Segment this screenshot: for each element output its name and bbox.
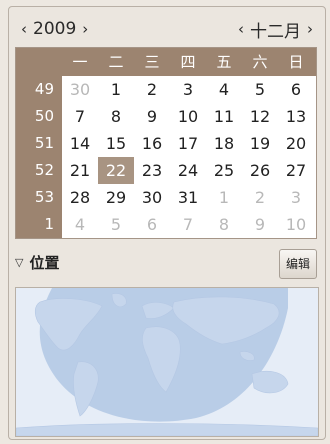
day-cell[interactable]: 8 [98,103,134,130]
calendar-header: ‹ 2009 › ‹ 十二月 › [17,17,317,42]
day-cell[interactable]: 29 [98,184,134,211]
month-label: 十二月 [250,21,301,42]
location-expander[interactable]: ▽ 位置 [15,252,59,273]
day-cell[interactable]: 31 [170,184,206,211]
day-cell-selected[interactable]: 22 [98,157,134,184]
year-navigation: ‹ 2009 › [17,17,92,41]
day-cell[interactable]: 5 [242,76,278,103]
day-cell[interactable]: 12 [242,103,278,130]
location-label: 位置 [29,254,60,272]
day-cell[interactable]: 10 [170,103,206,130]
year-label: 2009 [33,19,77,39]
week-number: 50 [34,107,54,125]
day-cell-other-month[interactable]: 30 [62,76,98,103]
day-cell[interactable]: 24 [170,157,206,184]
day-cell[interactable]: 4 [206,76,242,103]
day-cell[interactable]: 21 [62,157,98,184]
edit-button[interactable]: 编辑 [279,249,317,279]
weekday-header-2: 二 [108,53,124,71]
day-cell-other-month[interactable]: 3 [278,184,314,211]
weekday-header-5: 五 [216,53,232,71]
day-cell[interactable]: 18 [206,130,242,157]
day-cell-other-month[interactable]: 5 [98,211,134,238]
day-cell[interactable]: 16 [134,130,170,157]
calendar-grid: 一二三四五六日 49 50 51 52 53 1 30 1 2 3 4 5 6 7 8 9 10 11 12 13 1… [15,47,317,239]
weekday-header-3: 三 [144,53,160,71]
week-number: 49 [34,80,54,98]
week-number: 1 [44,215,54,233]
day-cell-other-month[interactable]: 2 [242,184,278,211]
day-cell[interactable]: 23 [134,157,170,184]
day-cell-other-month[interactable]: 7 [170,211,206,238]
prev-month-button[interactable]: ‹ [234,20,248,38]
day-cell[interactable]: 15 [98,130,134,157]
week-number: 53 [34,188,54,206]
day-cell[interactable]: 14 [62,130,98,157]
day-cell[interactable]: 1 [98,76,134,103]
day-cell[interactable]: 25 [206,157,242,184]
weekday-header-6: 六 [252,53,268,71]
day-cell-other-month[interactable]: 4 [62,211,98,238]
day-cell[interactable]: 17 [170,130,206,157]
day-cell-other-month[interactable]: 10 [278,211,314,238]
triangle-down-icon: ▽ [15,256,24,269]
day-cell[interactable]: 7 [62,103,98,130]
prev-year-button[interactable]: ‹ [17,20,31,38]
day-cell[interactable]: 27 [278,157,314,184]
weekday-header-row: 一二三四五六日 [16,48,316,76]
day-cell[interactable]: 20 [278,130,314,157]
location-row: ▽ 位置 编辑 [15,245,317,279]
day-cell[interactable]: 19 [242,130,278,157]
day-cell-other-month[interactable]: 6 [134,211,170,238]
month-navigation: ‹ 十二月 › [234,17,317,42]
week-number: 52 [34,161,54,179]
week-number: 51 [34,134,54,152]
day-cell[interactable]: 6 [278,76,314,103]
day-cell[interactable]: 28 [62,184,98,211]
world-map-graphic [16,288,318,436]
day-cell[interactable]: 26 [242,157,278,184]
day-cell[interactable]: 9 [134,103,170,130]
day-cell[interactable]: 11 [206,103,242,130]
day-cell-other-month[interactable]: 1 [206,184,242,211]
day-cell-other-month[interactable]: 8 [206,211,242,238]
weekday-header-1: 一 [72,53,88,71]
day-cell[interactable]: 3 [170,76,206,103]
next-month-button[interactable]: › [303,20,317,38]
world-map [15,287,319,437]
day-cell-other-month[interactable]: 9 [242,211,278,238]
week-number-column: 49 50 51 52 53 1 [16,76,62,238]
day-cell[interactable]: 2 [134,76,170,103]
day-cell[interactable]: 30 [134,184,170,211]
day-cell[interactable]: 13 [278,103,314,130]
clock-calendar-popup: ‹ 2009 › ‹ 十二月 › 一二三四五六日 49 50 51 52 53 1 30 1… [8,6,326,440]
next-year-button[interactable]: › [78,20,92,38]
weekday-header-7: 日 [288,53,304,71]
weekday-header-4: 四 [180,53,196,71]
